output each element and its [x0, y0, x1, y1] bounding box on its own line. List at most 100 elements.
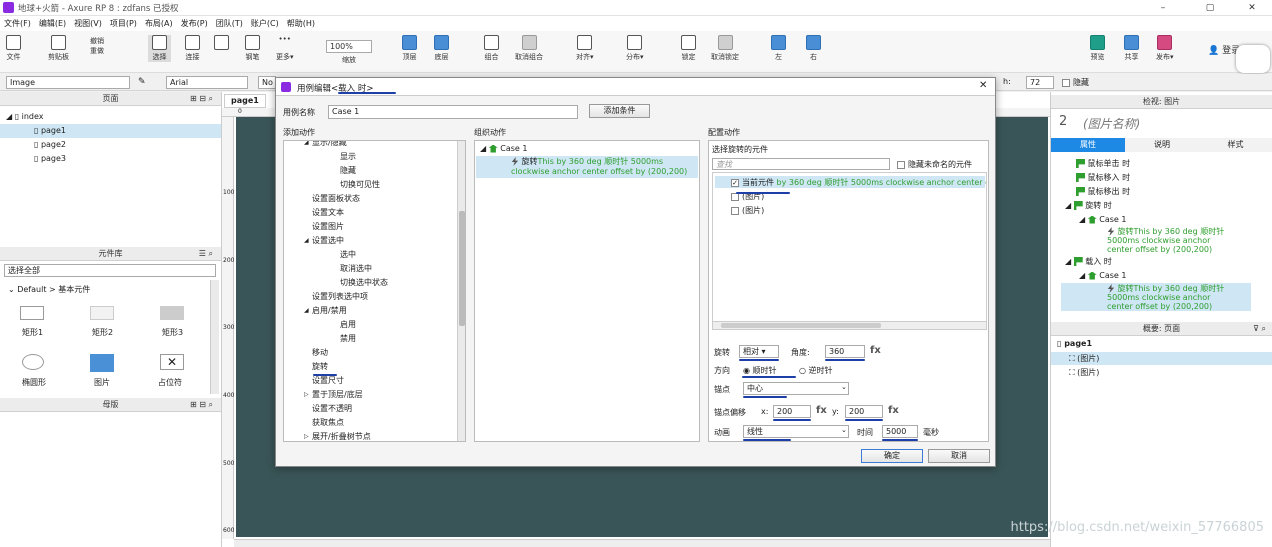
minimize-button[interactable]: – [1148, 0, 1178, 16]
pen-button[interactable]: 钢笔 [245, 35, 260, 62]
image-widget-icon[interactable] [90, 354, 114, 372]
outline-root[interactable]: ▯ page1 [1057, 339, 1092, 348]
menu-view[interactable]: 视图(V) [70, 16, 106, 31]
offset-x-fx-button[interactable]: fx [816, 405, 827, 416]
angle-fx-button[interactable]: fx [870, 345, 881, 356]
widget-search-input[interactable]: 查找 [712, 158, 890, 170]
offset-y-input[interactable]: 200 [845, 405, 883, 418]
action-item[interactable]: 获取焦点 [284, 416, 454, 430]
page-root[interactable]: ◢ ▯ index [6, 110, 44, 124]
action-on-rotate[interactable]: 旋转This by 360 deg 顺时针 5000ms clockwise a… [1107, 227, 1237, 254]
action-item[interactable]: ▷ 置于顶层/底层 [284, 388, 454, 402]
rectangle1-widget-icon[interactable] [20, 306, 44, 320]
menu-publish[interactable]: 发布(P) [177, 16, 212, 31]
ok-button[interactable]: 确定 [861, 449, 923, 463]
publish-button[interactable]: 发布▾ [1156, 35, 1174, 62]
action-item[interactable]: 禁用 [284, 332, 454, 346]
align-tool-button[interactable] [214, 35, 229, 60]
add-condition-button[interactable]: 添加条件 [589, 104, 650, 118]
expand-arrow-icon[interactable]: ◢ [304, 141, 309, 150]
event-mouse-click[interactable]: 鼠标单击 时 [1076, 157, 1130, 171]
offset-y-fx-button[interactable]: fx [888, 405, 899, 416]
zoom-control[interactable]: 100% 缩放 [326, 40, 372, 65]
lock-button[interactable]: 锁定 [681, 35, 696, 62]
organize-case[interactable]: ◢ Case 1 [480, 144, 527, 153]
hide-unnamed-checkbox[interactable]: 隐藏未命名的元件 [897, 159, 972, 170]
menu-file[interactable]: 文件(F) [0, 16, 35, 31]
height-input[interactable]: 72 [1026, 76, 1054, 89]
file-button[interactable]: 文件 [6, 35, 21, 62]
hide-checkbox[interactable]: 隐藏 [1062, 77, 1089, 88]
unlock-button[interactable]: 取消锁定 [711, 35, 739, 62]
event-on-rotate[interactable]: ◢ 旋转 时 [1065, 199, 1112, 213]
zoom-select[interactable]: 100% [326, 40, 372, 53]
action-item[interactable]: 旋转 [284, 360, 454, 374]
widget-type-select[interactable]: Image [6, 76, 130, 89]
action-item[interactable]: 设置面板状态 [284, 192, 454, 206]
group-button[interactable]: 组合 [484, 35, 499, 62]
ungroup-button[interactable]: 取消组合 [515, 35, 543, 62]
left-button[interactable]: 左 [771, 35, 786, 62]
action-item[interactable]: 选中 [284, 248, 454, 262]
page-item-page3[interactable]: ▯ page3 [34, 152, 66, 166]
action-item[interactable]: ◢ 设置选中 [284, 234, 454, 248]
organize-action-item[interactable]: 旋转This by 360 deg 顺时针 5000ms clockwise a… [511, 157, 691, 177]
close-window-button[interactable]: ✕ [1237, 0, 1267, 16]
tab-style[interactable]: 样式 [1199, 138, 1272, 152]
action-item[interactable]: ▷ 展开/折叠树节点 [284, 430, 454, 441]
menu-help[interactable]: 帮助(H) [283, 16, 319, 31]
action-item[interactable]: 设置尺寸 [284, 374, 454, 388]
action-item[interactable]: 隐藏 [284, 164, 454, 178]
anchor-select[interactable]: 中心 [743, 382, 849, 395]
send-to-bottom-button[interactable]: 底层 [434, 35, 449, 62]
expand-arrow-icon[interactable]: ▷ [304, 388, 309, 402]
action-item[interactable]: 设置列表选中项 [284, 290, 454, 304]
action-item[interactable]: 切换可见性 [284, 178, 454, 192]
target-list-hscrollbar[interactable] [713, 321, 986, 329]
font-select[interactable]: Arial [166, 76, 248, 89]
connect-button[interactable]: 连接 [185, 35, 200, 62]
menu-project[interactable]: 项目(P) [106, 16, 141, 31]
menu-team[interactable]: 团队(T) [212, 16, 247, 31]
action-item[interactable]: 启用 [284, 318, 454, 332]
dialog-close-button[interactable]: ✕ [979, 80, 987, 91]
page-item-page1[interactable]: ▯ page1 [34, 124, 66, 138]
distribute-button[interactable]: 分布▾ [626, 35, 644, 62]
expand-arrow-icon[interactable]: ◢ [304, 304, 309, 318]
placeholder-widget-icon[interactable]: ✕ [160, 354, 184, 370]
time-input[interactable]: 5000 [882, 425, 918, 438]
outline-item-image2[interactable]: ⛶ (图片) [1069, 367, 1099, 378]
event-mouse-leave[interactable]: 鼠标移出 时 [1076, 185, 1130, 199]
undo-button[interactable]: 撤销 [90, 36, 104, 46]
masters-panel-tools-icon[interactable]: ⊞ ⊟ ⌕ [190, 398, 213, 412]
bring-to-top-button[interactable]: 顶层 [402, 35, 417, 62]
select-button[interactable]: 选择 [148, 35, 171, 62]
target-current-widget[interactable]: ✓ 当前元件 by 360 deg 顺时针 5000ms clockwise an… [731, 177, 986, 188]
library-scrollbar[interactable] [210, 280, 219, 394]
align-button[interactable]: 对齐▾ [576, 35, 594, 62]
canvas-hscrollbar[interactable] [234, 539, 1050, 547]
action-item[interactable]: ◢ 启用/禁用 [284, 304, 454, 318]
action-list-scrollbar[interactable] [457, 141, 465, 441]
widget-name-field[interactable]: (图片名称) [1083, 115, 1140, 132]
expand-arrow-icon[interactable]: ▷ [304, 430, 309, 441]
action-on-load[interactable]: 旋转This by 360 deg 顺时针 5000ms clockwise a… [1107, 284, 1237, 311]
cancel-button[interactable]: 取消 [928, 449, 990, 463]
edit-style-icon[interactable]: ✎ [138, 77, 146, 87]
animation-select[interactable]: 线性 [743, 425, 849, 438]
rectangle3-widget-icon[interactable] [160, 306, 184, 320]
counterclockwise-radio[interactable]: ○ 逆时针 [799, 365, 833, 376]
right-button[interactable]: 右 [806, 35, 821, 62]
more-button[interactable]: ••• 更多▾ [276, 35, 294, 62]
library-group-label[interactable]: ⌄ Default > 基本元件 [8, 284, 90, 295]
event-mouse-enter[interactable]: 鼠标移入 时 [1076, 171, 1130, 185]
library-select[interactable]: 选择全部 [4, 264, 216, 277]
case-name-input[interactable]: Case 1 [328, 105, 578, 119]
redo-button[interactable]: 重做 [90, 46, 104, 56]
action-item[interactable]: 设置图片 [284, 220, 454, 234]
action-item[interactable]: 显示 [284, 150, 454, 164]
case-on-load[interactable]: ◢ Case 1 [1079, 269, 1126, 283]
font-weight-select[interactable]: No [258, 76, 276, 89]
tab-notes[interactable]: 说明 [1125, 138, 1199, 152]
clipboard-button[interactable]: 剪贴板 [48, 35, 69, 62]
